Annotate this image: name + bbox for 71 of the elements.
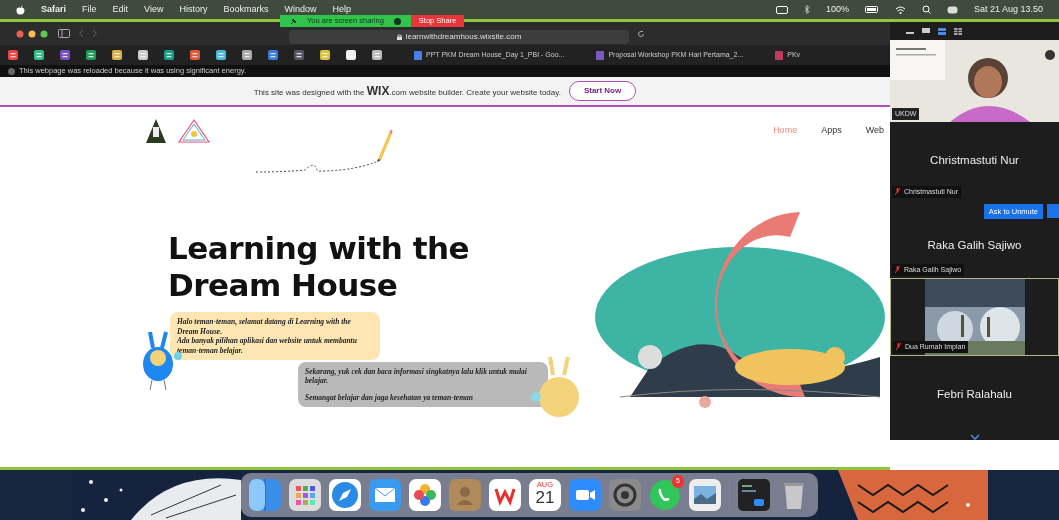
line-bookmark-icon[interactable] xyxy=(294,50,304,60)
participant-name: Febri Ralahalu xyxy=(937,387,1012,403)
cloud-bookmark-icon[interactable] xyxy=(268,50,278,60)
app-menu[interactable]: Safari xyxy=(41,2,66,17)
doc-bookmark-icon[interactable] xyxy=(242,50,252,60)
grid-view-icon[interactable] xyxy=(954,27,962,35)
info-icon xyxy=(8,67,15,75)
participant-name: Christmastuti Nur xyxy=(930,153,1019,169)
chevron-down-icon[interactable] xyxy=(969,434,980,440)
settings-icon[interactable] xyxy=(609,479,641,511)
launchpad-icon[interactable] xyxy=(289,479,321,511)
speaker-view-icon[interactable] xyxy=(922,28,930,34)
window-controls-icon[interactable] xyxy=(16,29,50,38)
square-bookmark-icon[interactable] xyxy=(216,50,226,60)
menu-item[interactable]: Bookmarks xyxy=(223,2,269,17)
document-icon xyxy=(775,50,784,60)
apple-icon xyxy=(16,4,25,15)
url-field[interactable]: learnwithdreamhous.wixsite.com xyxy=(289,29,629,44)
pin-icon xyxy=(290,17,297,25)
participant-name: Raka Galih Sajiwo xyxy=(927,238,1022,254)
bluetooth-icon xyxy=(803,5,810,14)
nav-link[interactable]: Web xyxy=(865,124,884,138)
menu-item[interactable]: Edit xyxy=(112,2,129,17)
back-icon[interactable] xyxy=(78,29,84,38)
lock-icon xyxy=(396,33,402,40)
chat-icon[interactable] xyxy=(649,479,681,511)
note-bookmark-icon[interactable] xyxy=(320,50,330,60)
strip-view-icon[interactable] xyxy=(938,27,946,35)
mail-bookmark-icon[interactable] xyxy=(190,50,200,60)
wps-icon[interactable] xyxy=(489,479,521,511)
page-heading: Learning with the Dream House xyxy=(168,230,471,305)
photos-icon[interactable] xyxy=(409,479,441,511)
menu-item[interactable]: Help xyxy=(332,2,351,17)
battery-icon xyxy=(864,6,879,13)
download-bookmark-icon[interactable] xyxy=(372,50,382,60)
document-icon xyxy=(596,50,605,60)
nav-link[interactable]: Apps xyxy=(821,124,842,138)
reload-icon[interactable] xyxy=(637,29,645,38)
camera-icon xyxy=(775,5,788,14)
battery-level: 100% xyxy=(825,2,849,16)
menu-item[interactable]: History xyxy=(179,2,208,17)
menu-item[interactable]: File xyxy=(82,2,97,17)
calendar-day: 21 xyxy=(535,488,555,506)
sidebar-icon[interactable] xyxy=(58,29,70,38)
document-icon xyxy=(414,50,422,60)
forms-bookmark-icon[interactable] xyxy=(60,50,70,60)
crest-logo xyxy=(145,118,167,144)
pencil-icon xyxy=(375,129,393,163)
menu-item[interactable]: View xyxy=(144,2,164,17)
start-now-button[interactable]: Start Now xyxy=(568,81,637,101)
video-camera-icon[interactable] xyxy=(569,479,601,511)
menu-item[interactable]: Window xyxy=(284,2,317,17)
preview-icon[interactable] xyxy=(689,479,721,511)
triangle-logo xyxy=(177,118,211,144)
chart-bookmark-icon[interactable] xyxy=(346,50,356,60)
drive-bookmark-icon[interactable] xyxy=(34,50,44,60)
window-thumbnail-icon[interactable] xyxy=(738,479,770,511)
finder-icon[interactable] xyxy=(249,479,281,511)
shield-bookmark-icon[interactable] xyxy=(164,50,174,60)
banner-text: This site was designed with the WIX.com website builder. Create your website today. xyxy=(253,83,561,100)
mail-icon[interactable] xyxy=(369,479,401,511)
search-icon xyxy=(921,5,931,14)
file-bookmark-icon[interactable] xyxy=(138,50,148,60)
compass-icon[interactable] xyxy=(329,479,361,511)
menu-clock: Sat 21 Aug 13.50 xyxy=(973,2,1043,16)
toggle-icon xyxy=(946,5,958,14)
sheets-bookmark-icon[interactable] xyxy=(86,50,96,60)
wifi-icon xyxy=(894,5,906,14)
hat-bookmark-icon[interactable] xyxy=(112,50,122,60)
gmail-bookmark-icon[interactable] xyxy=(8,50,18,60)
forward-icon[interactable] xyxy=(92,29,98,38)
